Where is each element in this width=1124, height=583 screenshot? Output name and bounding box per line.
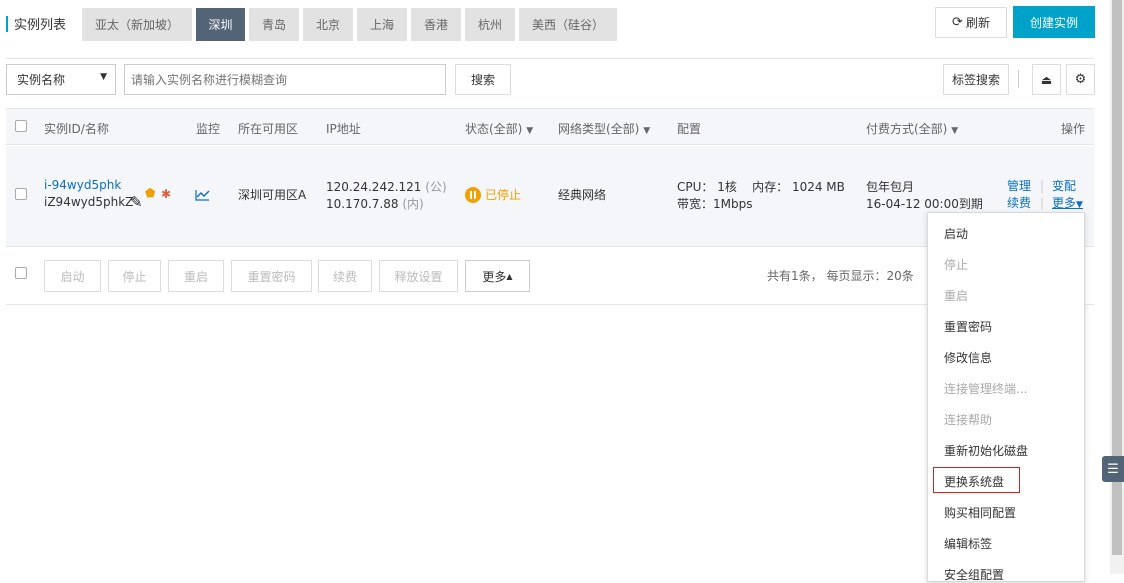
tab-region-shenzhen[interactable]: 深圳 (196, 8, 245, 41)
batch-stop-button[interactable]: 停止 (108, 260, 161, 292)
title-accent-bar (6, 16, 8, 32)
tab-region-qingdao[interactable]: 青岛 (249, 8, 299, 41)
tab-region-hangzhou[interactable]: 杭州 (465, 8, 515, 41)
private-ip-value: 10.170.7.88 (326, 197, 399, 211)
refresh-label: 刷新 (965, 16, 990, 30)
separator: | (1040, 179, 1045, 193)
public-ip: 120.24.242.121 (公) (326, 179, 447, 196)
caret-down-icon: ▼ (1076, 200, 1083, 210)
private-ip-tag: (内) (402, 197, 424, 211)
status-badge: 已停止 (485, 188, 522, 202)
highlight-box (933, 467, 1020, 493)
instance-zone: 深圳可用区A (238, 188, 307, 202)
private-ip: 10.170.7.88 (内) (326, 196, 424, 213)
batch-restart-button[interactable]: 重启 (168, 260, 224, 292)
col-config: 配置 (677, 122, 702, 136)
batch-renew-button[interactable]: 续费 (318, 260, 372, 292)
caret-up-icon: ▲ (506, 271, 513, 281)
instance-id-link[interactable]: i-94wyd5phk (44, 177, 121, 194)
search-field-select[interactable]: 实例名称 ▼ (6, 64, 116, 95)
tab-region-hongkong[interactable]: 香港 (411, 8, 461, 41)
row-checkbox[interactable] (15, 188, 27, 200)
menu-item-stop[interactable]: 停止 (944, 256, 968, 273)
more-actions-dropdown: 启动 停止 重启 重置密码 修改信息 连接管理终端... 连接帮助 重新初始化磁… (927, 212, 1085, 582)
refresh-icon: ⟳ (952, 15, 963, 30)
network-type: 经典网络 (558, 188, 607, 202)
config-bandwidth: 带宽：1Mbps (677, 197, 753, 211)
config-cpu-mem: CPU： 1核 内存： 1024 MB (677, 179, 845, 196)
puzzle-icon: ✱ (161, 187, 172, 201)
refresh-button[interactable]: ⟳ 刷新 (935, 7, 1007, 38)
menu-item-reset-password[interactable]: 重置密码 (944, 318, 992, 335)
feedback-chat-icon[interactable]: ☰ (1102, 456, 1124, 482)
batch-more-button[interactable]: 更多 ▲ (465, 260, 530, 292)
col-network-filter[interactable]: 网络类型(全部) ▼ (558, 120, 650, 137)
page-title: 实例列表 (14, 18, 67, 33)
divider (6, 58, 1094, 59)
renew-link[interactable]: 续费 (1007, 195, 1031, 212)
col-status-label: 状态(全部) (465, 122, 523, 136)
menu-item-restart[interactable]: 重启 (944, 287, 968, 304)
caret-down-icon: ▼ (526, 126, 534, 136)
instance-name: iZ94wyd5phkZ (44, 195, 134, 209)
public-ip-tag: (公) (425, 180, 447, 194)
export-icon: ⏏ (1040, 72, 1053, 87)
config-memory: 内存： 1024 MB (752, 180, 845, 194)
batch-more-label: 更多 (482, 269, 507, 284)
export-button[interactable]: ⏏ (1032, 64, 1061, 95)
edit-pencil-icon[interactable]: ✎ (130, 193, 143, 211)
menu-item-security-group[interactable]: 安全组配置 (944, 566, 1004, 583)
search-field-select-value: 实例名称 (17, 73, 66, 87)
menu-item-start[interactable]: 启动 (944, 225, 968, 242)
tab-region-beijing[interactable]: 北京 (303, 8, 353, 41)
settings-button[interactable]: ⚙ (1066, 64, 1095, 95)
separator: | (1040, 196, 1045, 210)
config-cpu: CPU： 1核 (677, 180, 737, 194)
menu-item-modify-info[interactable]: 修改信息 (944, 349, 992, 366)
col-zone: 所在可用区 (238, 122, 299, 136)
change-config-link[interactable]: 变配 (1052, 178, 1076, 195)
menu-item-edit-tags[interactable]: 编辑标签 (944, 535, 992, 552)
menu-item-connect-help[interactable]: 连接帮助 (944, 411, 992, 428)
search-button[interactable]: 搜索 (455, 64, 511, 95)
public-ip-value: 120.24.242.121 (326, 180, 422, 194)
col-monitor: 监控 (196, 122, 221, 136)
col-billing-label: 付费方式(全部) (866, 122, 948, 136)
manage-link[interactable]: 管理 (1007, 178, 1031, 195)
col-ip: IP地址 (326, 122, 361, 136)
toolbar-divider (1018, 70, 1019, 88)
menu-item-reinit-disk[interactable]: 重新初始化磁盘 (944, 442, 1028, 459)
search-input[interactable] (124, 64, 446, 95)
caret-down-icon: ▼ (100, 72, 107, 82)
col-actions: 操作 (1061, 122, 1086, 136)
pagination-info: 共有1条， 每页显示：20条 (767, 269, 914, 283)
caret-down-icon: ▼ (951, 126, 959, 136)
batch-reset-password-button[interactable]: 重置密码 (231, 260, 312, 292)
create-instance-button[interactable]: 创建实例 (1013, 6, 1095, 38)
gear-icon: ⚙ (1074, 72, 1087, 87)
billing-type: 包年包月 (866, 180, 915, 194)
more-actions-label: 更多 (1052, 196, 1077, 210)
batch-start-button[interactable]: 启动 (44, 260, 101, 292)
col-instance-id: 实例ID/名称 (44, 122, 109, 136)
tab-region-singapore[interactable]: 亚太（新加坡） (82, 8, 192, 41)
monitor-chart-icon[interactable] (195, 189, 210, 201)
caret-down-icon: ▼ (643, 126, 651, 136)
tab-region-uswest[interactable]: 美西（硅谷） (519, 8, 617, 41)
menu-item-connect-terminal[interactable]: 连接管理终端... (944, 380, 1027, 397)
tab-region-shanghai[interactable]: 上海 (357, 8, 407, 41)
menu-item-buy-same-config[interactable]: 购买相同配置 (944, 504, 1016, 521)
security-shield-icon: ⬟ (145, 186, 156, 200)
col-network-label: 网络类型(全部) (558, 122, 640, 136)
expire-date: 16-04-12 00:00到期 (866, 197, 983, 211)
select-all-checkbox[interactable] (15, 120, 27, 132)
col-status-filter[interactable]: 状态(全部) ▼ (465, 120, 533, 137)
batch-release-button[interactable]: 释放设置 (379, 260, 458, 292)
batch-select-checkbox[interactable] (15, 267, 27, 279)
stopped-status-icon (465, 187, 481, 203)
tag-search-button[interactable]: 标签搜索 (943, 64, 1009, 95)
col-billing-filter[interactable]: 付费方式(全部) ▼ (866, 120, 958, 137)
